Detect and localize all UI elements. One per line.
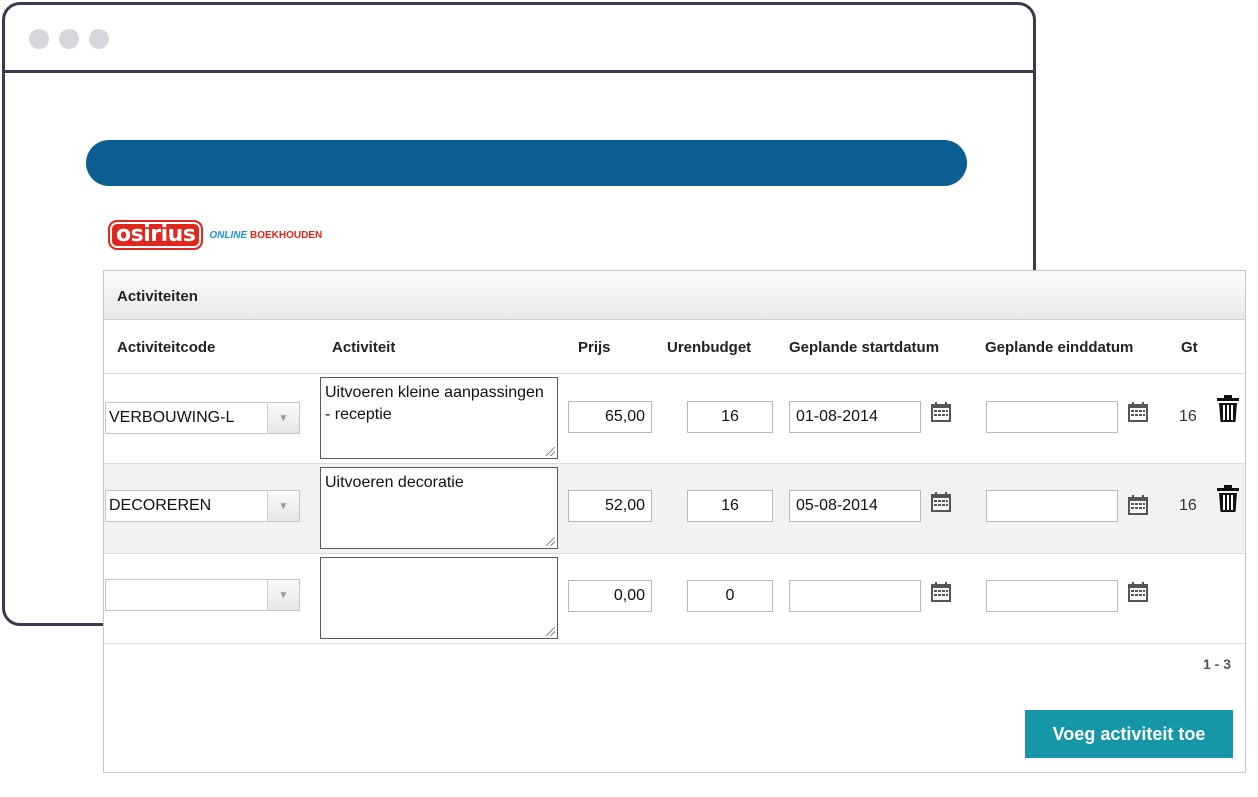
resize-handle-icon[interactable] <box>546 447 555 456</box>
calendar-icon[interactable] <box>929 400 953 424</box>
select-value: DECOREREN <box>109 497 212 514</box>
hours-input[interactable]: 0 <box>687 580 773 612</box>
col-header-activiteit: Activiteit <box>332 339 396 356</box>
panel-header: Activiteiten <box>104 271 1245 320</box>
calendar-icon[interactable] <box>1126 493 1150 517</box>
price-input[interactable]: 65,00 <box>568 401 652 433</box>
calendar-icon[interactable] <box>1126 580 1150 604</box>
logo-tagline-boekhouden: BOEKHOUDEN <box>249 229 323 241</box>
chevron-down-icon[interactable]: ▼ <box>267 491 299 521</box>
chevron-down-icon[interactable]: ▼ <box>267 403 299 433</box>
hours-input[interactable]: 16 <box>687 490 773 522</box>
start-date-input[interactable] <box>789 580 921 612</box>
resize-handle-icon[interactable] <box>546 537 555 546</box>
window-dot-icon <box>29 29 49 49</box>
col-header-urenbudget: Urenbudget <box>667 339 752 356</box>
price-input[interactable]: 0,00 <box>568 580 652 612</box>
chevron-down-icon[interactable]: ▼ <box>267 580 299 610</box>
browser-titlebar <box>5 5 1033 73</box>
calendar-icon[interactable] <box>1126 400 1150 424</box>
end-date-input[interactable] <box>986 580 1118 612</box>
col-header-prijs: Prijs <box>578 339 611 356</box>
activity-code-select[interactable]: VERBOUWING-L ▼ <box>105 402 300 434</box>
window-dot-icon <box>89 29 109 49</box>
window-dot-icon <box>59 29 79 49</box>
trash-icon[interactable] <box>1217 395 1239 423</box>
select-value: VERBOUWING-L <box>109 409 235 426</box>
header-bar <box>86 140 967 186</box>
start-date-input[interactable]: 05-08-2014 <box>789 490 921 522</box>
pagination-info: 1 - 3 <box>1202 656 1231 672</box>
row-divider <box>104 463 1245 464</box>
resize-handle-icon[interactable] <box>546 627 555 636</box>
hours-input[interactable]: 16 <box>687 401 773 433</box>
add-activity-button[interactable]: Voeg activiteit toe <box>1025 710 1233 758</box>
gt-value: 16 <box>1179 497 1197 514</box>
col-header-gt: Gt <box>1181 339 1198 356</box>
start-date-input[interactable]: 01-08-2014 <box>789 401 921 433</box>
end-date-input[interactable] <box>986 401 1118 433</box>
activity-code-select[interactable]: DECOREREN ▼ <box>105 490 300 522</box>
row-divider <box>104 373 1245 374</box>
activity-text: Uitvoeren kleine aanpassingen - receptie <box>325 384 544 423</box>
col-header-einddatum: Geplande einddatum <box>985 339 1134 356</box>
activity-textarea[interactable]: Uitvoeren decoratie <box>320 467 558 549</box>
logo-mark: osirius <box>108 220 204 250</box>
end-date-input[interactable] <box>986 490 1118 522</box>
col-header-activiteitcode: Activiteitcode <box>117 339 216 356</box>
col-header-startdatum: Geplande startdatum <box>789 339 940 356</box>
price-input[interactable]: 52,00 <box>568 490 652 522</box>
logo-tagline-online: ONLINE <box>209 229 248 241</box>
panel-title: Activiteiten <box>117 288 198 305</box>
calendar-icon[interactable] <box>929 580 953 604</box>
activity-textarea[interactable]: Uitvoeren kleine aanpassingen - receptie <box>320 377 558 459</box>
logo-tagline: ONLINE BOEKHOUDEN <box>209 230 322 241</box>
activity-textarea[interactable] <box>320 557 558 639</box>
activity-code-select[interactable]: ▼ <box>105 579 300 611</box>
row-divider <box>104 553 1245 554</box>
activity-text: Uitvoeren decoratie <box>325 474 464 491</box>
row-divider <box>104 643 1245 644</box>
trash-icon[interactable] <box>1217 485 1239 513</box>
osirius-logo: osirius ONLINE BOEKHOUDEN <box>108 219 322 251</box>
calendar-icon[interactable] <box>929 490 953 514</box>
gt-value: 16 <box>1179 408 1197 425</box>
activities-panel: Activiteiten Activiteitcode Activiteit P… <box>103 270 1246 773</box>
